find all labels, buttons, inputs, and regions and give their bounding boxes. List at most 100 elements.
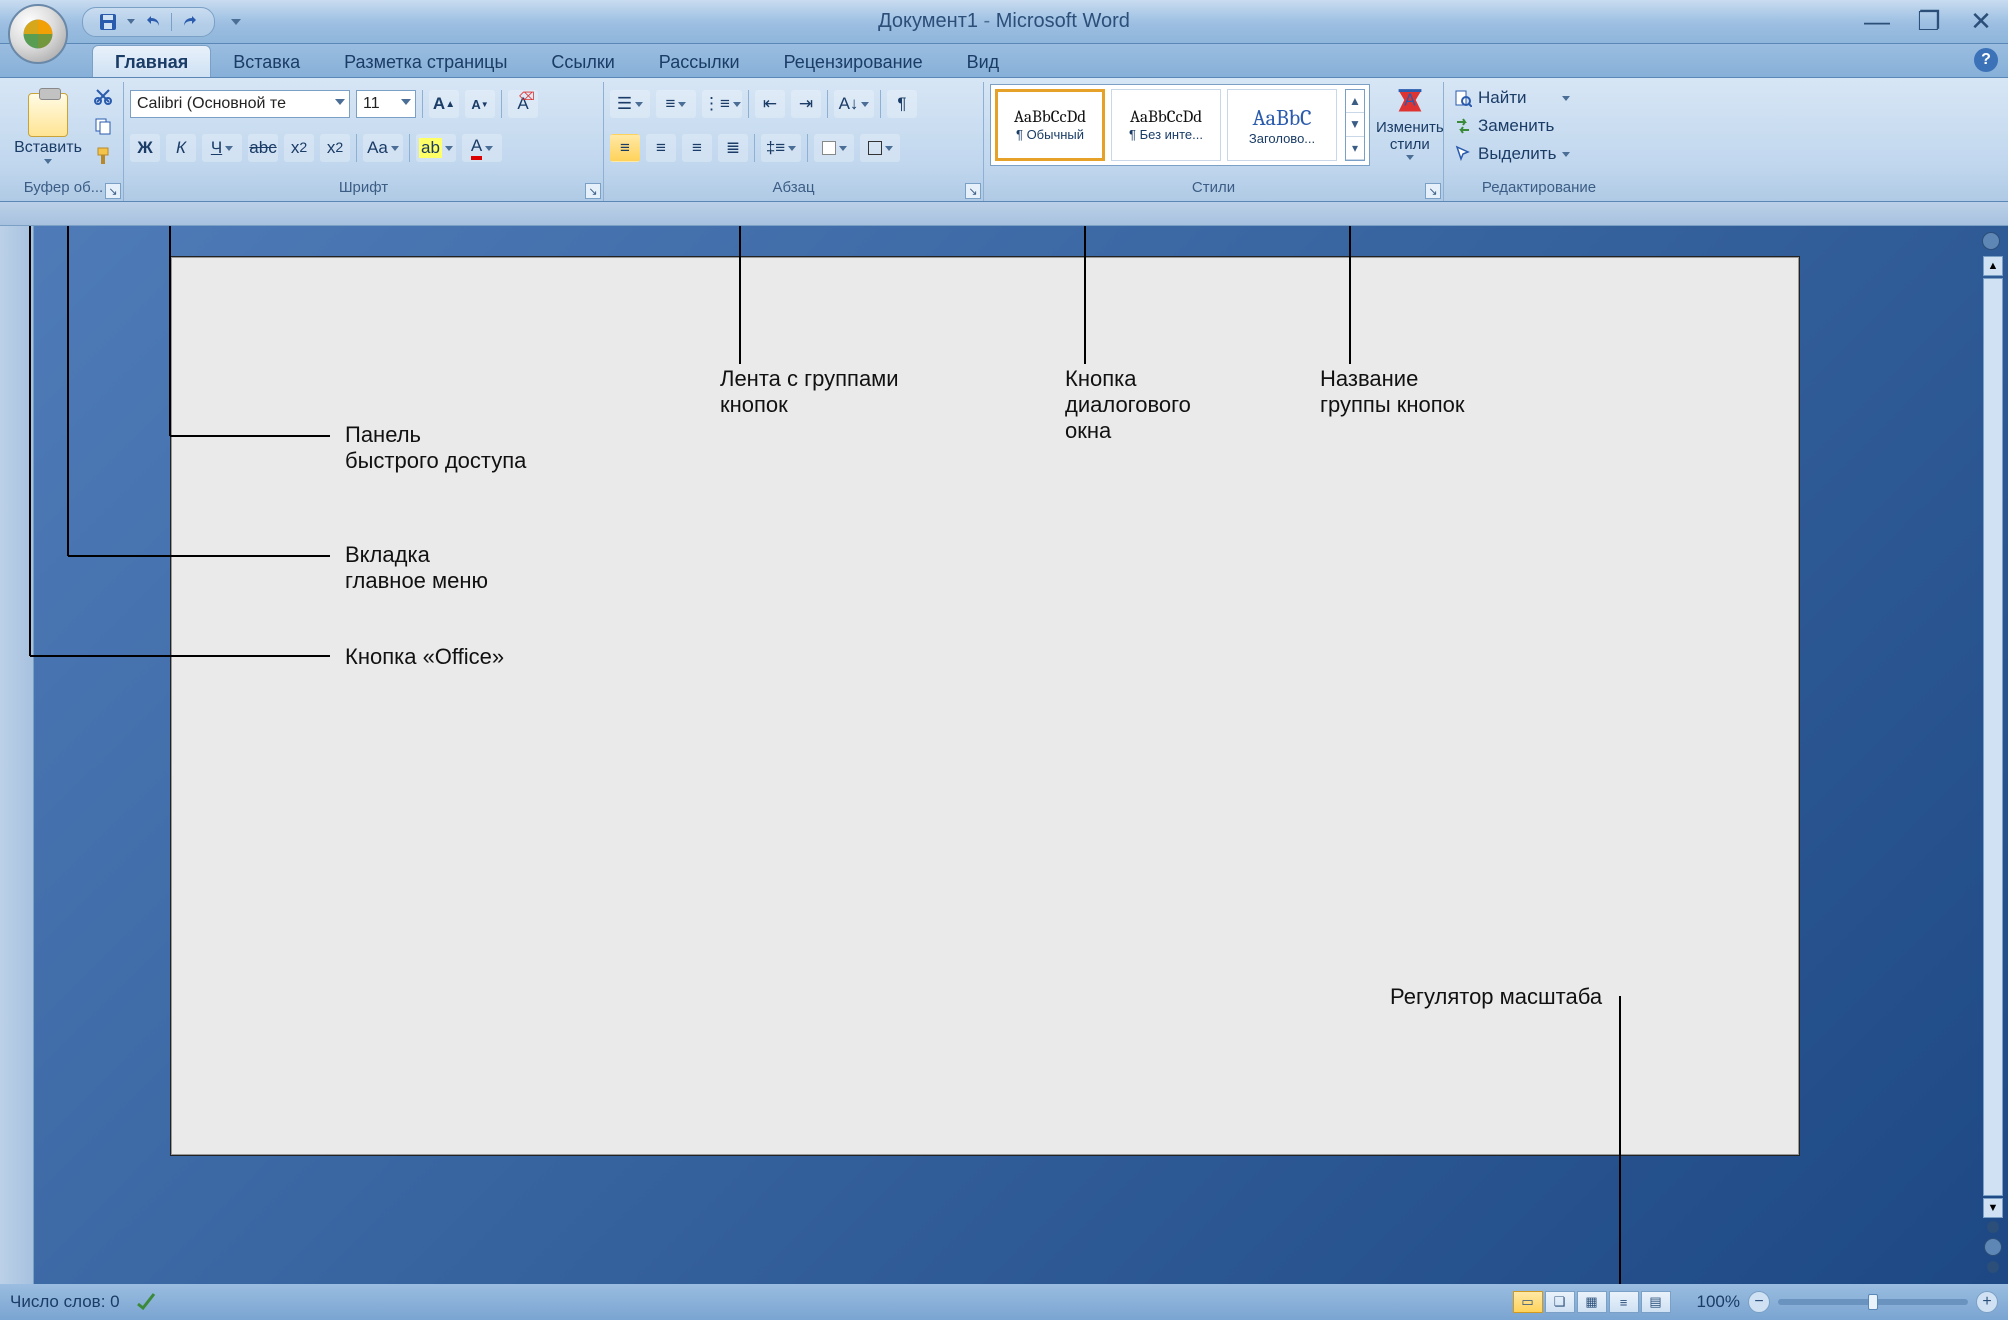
group-styles-title: Стили bbox=[990, 179, 1437, 201]
bullets-button[interactable]: ☰ bbox=[610, 90, 650, 118]
web-layout-view-icon[interactable]: ▦ bbox=[1577, 1291, 1607, 1313]
help-button[interactable]: ? bbox=[1974, 48, 1998, 72]
justify-button[interactable]: ≣ bbox=[718, 134, 748, 162]
dialog-launcher-icon[interactable]: ↘ bbox=[1425, 183, 1441, 199]
restore-button[interactable]: ❐ bbox=[1916, 6, 1942, 37]
word-count[interactable]: Число слов: 0 bbox=[10, 1292, 120, 1312]
scroll-down-icon[interactable]: ▼ bbox=[1983, 1198, 2003, 1218]
next-page-icon[interactable] bbox=[1987, 1261, 1999, 1273]
tab-insert[interactable]: Вставка bbox=[211, 46, 322, 77]
ribbon: Вставить Буфер об... ↘ Calibri (Основной… bbox=[0, 78, 2008, 202]
show-marks-button[interactable]: ¶ bbox=[887, 90, 917, 118]
superscript-button[interactable]: x2 bbox=[320, 134, 350, 162]
shading-button[interactable] bbox=[814, 134, 854, 162]
quick-access-toolbar bbox=[82, 7, 215, 37]
vertical-ruler[interactable] bbox=[0, 226, 34, 1284]
scroll-up-icon[interactable]: ▲ bbox=[1346, 90, 1364, 113]
horizontal-ruler[interactable] bbox=[0, 202, 2008, 226]
format-painter-icon[interactable] bbox=[90, 144, 116, 168]
spellcheck-icon[interactable] bbox=[136, 1290, 156, 1315]
style-no-spacing[interactable]: AaBbCcDd ¶ Без инте... bbox=[1111, 89, 1221, 161]
italic-button[interactable]: К bbox=[166, 134, 196, 162]
chevron-down-icon bbox=[485, 146, 493, 151]
font-family-combo[interactable]: Calibri (Основной те bbox=[130, 90, 350, 118]
qat-dropdown-icon[interactable] bbox=[125, 11, 137, 33]
borders-button[interactable] bbox=[860, 134, 900, 162]
tab-home[interactable]: Главная bbox=[92, 45, 211, 77]
print-layout-view-icon[interactable]: ▭ bbox=[1513, 1291, 1543, 1313]
font-size-combo[interactable]: 11 bbox=[356, 90, 416, 118]
select-button[interactable]: Выделить bbox=[1450, 142, 1574, 166]
chevron-down-icon bbox=[335, 99, 345, 105]
paste-button[interactable]: Вставить bbox=[10, 84, 86, 172]
tab-mailings[interactable]: Рассылки bbox=[637, 46, 762, 77]
style-normal[interactable]: AaBbCcDd ¶ Обычный bbox=[995, 89, 1105, 161]
dialog-launcher-icon[interactable]: ↘ bbox=[585, 183, 601, 199]
zoom-out-button[interactable]: − bbox=[1748, 1291, 1770, 1313]
chevron-down-icon bbox=[733, 102, 741, 107]
minimize-button[interactable]: — bbox=[1864, 6, 1890, 37]
ruler-toggle-icon[interactable] bbox=[1982, 232, 2000, 250]
scroll-up-icon[interactable]: ▲ bbox=[1983, 256, 2003, 276]
close-button[interactable]: ✕ bbox=[1968, 6, 1994, 37]
outdent-button[interactable]: ⇤ bbox=[755, 90, 785, 118]
sort-button[interactable]: A↓ bbox=[834, 90, 874, 118]
change-styles-label: Изменить стили bbox=[1376, 120, 1444, 153]
group-editing: Найти Заменить Выделить Редактирование bbox=[1444, 82, 1634, 201]
draft-view-icon[interactable]: ▤ bbox=[1641, 1291, 1671, 1313]
qat-customize-icon[interactable] bbox=[225, 11, 247, 33]
tab-view[interactable]: Вид bbox=[945, 46, 1022, 77]
find-label: Найти bbox=[1478, 88, 1527, 108]
clear-format-icon[interactable]: A⌫ bbox=[508, 90, 538, 118]
scrollbar-track[interactable] bbox=[1983, 278, 2003, 1196]
shrink-font-icon[interactable]: A▼ bbox=[465, 90, 495, 118]
align-center-button[interactable]: ≡ bbox=[646, 134, 676, 162]
underline-button[interactable]: Ч bbox=[202, 134, 242, 162]
change-case-button[interactable]: Aa bbox=[363, 134, 403, 162]
highlight-button[interactable]: ab bbox=[416, 134, 456, 162]
strike-button[interactable]: abc bbox=[248, 134, 278, 162]
office-button[interactable] bbox=[8, 4, 68, 64]
change-styles-button[interactable]: A Изменить стили bbox=[1376, 84, 1444, 160]
prev-page-icon[interactable] bbox=[1987, 1221, 1999, 1233]
style-gallery-scroll[interactable]: ▲ ▼ ▾ bbox=[1345, 89, 1365, 161]
zoom-in-button[interactable]: + bbox=[1976, 1291, 1998, 1313]
chevron-down-icon bbox=[1406, 155, 1414, 160]
indent-button[interactable]: ⇥ bbox=[791, 90, 821, 118]
copy-icon[interactable] bbox=[90, 114, 116, 138]
zoom-slider[interactable] bbox=[1778, 1299, 1968, 1305]
tab-page-layout[interactable]: Разметка страницы bbox=[322, 46, 529, 77]
dialog-launcher-icon[interactable]: ↘ bbox=[965, 183, 981, 199]
chevron-down-icon bbox=[401, 99, 411, 105]
find-button[interactable]: Найти bbox=[1450, 86, 1574, 110]
undo-icon[interactable] bbox=[143, 11, 165, 33]
outline-view-icon[interactable]: ≡ bbox=[1609, 1291, 1639, 1313]
page[interactable] bbox=[170, 256, 1800, 1156]
grow-font-icon[interactable]: A▲ bbox=[429, 90, 459, 118]
document-name: Документ1 bbox=[878, 10, 978, 32]
browse-object-icon[interactable] bbox=[1984, 1238, 2002, 1256]
align-left-button[interactable]: ≡ bbox=[610, 134, 640, 162]
tab-review[interactable]: Рецензирование bbox=[762, 46, 945, 77]
cut-icon[interactable] bbox=[90, 84, 116, 108]
multilevel-button[interactable]: ⋮≡ bbox=[702, 90, 742, 118]
subscript-button[interactable]: x2 bbox=[284, 134, 314, 162]
dialog-launcher-icon[interactable]: ↘ bbox=[105, 183, 121, 199]
bold-button[interactable]: Ж bbox=[130, 134, 160, 162]
style-heading1[interactable]: AaBbC Заголово... bbox=[1227, 89, 1337, 161]
redo-icon[interactable] bbox=[178, 11, 200, 33]
zoom-value[interactable]: 100% bbox=[1697, 1292, 1740, 1312]
tab-references[interactable]: Ссылки bbox=[529, 46, 636, 77]
font-color-button[interactable]: A bbox=[462, 134, 502, 162]
vertical-scrollbar[interactable]: ▲ ▼ bbox=[1982, 234, 2004, 1276]
line-spacing-button[interactable]: ‡≡ bbox=[761, 134, 801, 162]
zoom-thumb[interactable] bbox=[1868, 1294, 1878, 1310]
fullscreen-reading-view-icon[interactable]: ❏ bbox=[1545, 1291, 1575, 1313]
numbering-button[interactable]: ≡ bbox=[656, 90, 696, 118]
align-right-button[interactable]: ≡ bbox=[682, 134, 712, 162]
statusbar: Число слов: 0 ▭ ❏ ▦ ≡ ▤ 100% − + bbox=[0, 1284, 2008, 1320]
replace-button[interactable]: Заменить bbox=[1450, 114, 1574, 138]
scroll-down-icon[interactable]: ▼ bbox=[1346, 113, 1364, 136]
save-icon[interactable] bbox=[97, 11, 119, 33]
gallery-expand-icon[interactable]: ▾ bbox=[1346, 137, 1364, 160]
